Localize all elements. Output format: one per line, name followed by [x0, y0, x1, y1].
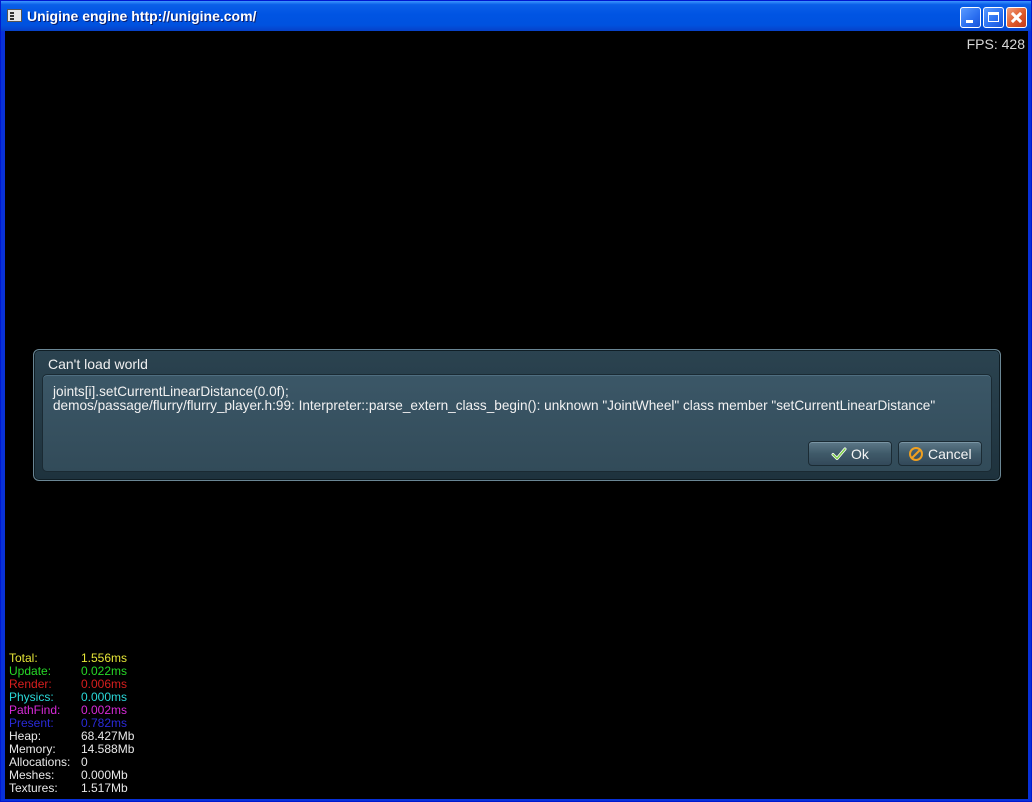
cancel-button-label: Cancel	[928, 446, 972, 462]
stat-label: Textures:	[9, 781, 58, 795]
checkmark-icon	[831, 447, 847, 460]
cancel-button[interactable]: Cancel	[898, 441, 982, 466]
window-title: Unigine engine http://unigine.com/	[27, 8, 257, 24]
ok-button[interactable]: Ok	[808, 441, 892, 466]
cancel-icon	[909, 447, 923, 461]
fps-counter: FPS: 428	[966, 36, 1025, 52]
close-icon	[1007, 8, 1026, 27]
error-dialog: Can't load world joints[i].setCurrentLin…	[33, 349, 1001, 481]
title-bar[interactable]: Unigine engine http://unigine.com/	[1, 1, 1031, 31]
minimize-icon	[961, 8, 980, 27]
maximize-icon	[984, 8, 1003, 27]
maximize-button[interactable]	[983, 7, 1004, 28]
close-button[interactable]	[1006, 7, 1027, 28]
app-window: Unigine engine http://unigine.com/ FPS: …	[0, 0, 1032, 802]
error-message-line-2: demos/passage/flurry/flurry_player.h:99:…	[53, 398, 936, 413]
minimize-button[interactable]	[960, 7, 981, 28]
dialog-title: Can't load world	[48, 356, 148, 372]
error-message-line-1: joints[i].setCurrentLinearDistance(0.0f)…	[53, 384, 289, 399]
ok-button-label: Ok	[851, 446, 869, 462]
render-viewport[interactable]: FPS: 428 Can't load world joints[i].setC…	[5, 31, 1028, 799]
stat-value: 1.517Mb	[81, 781, 128, 795]
dialog-body: joints[i].setCurrentLinearDistance(0.0f)…	[42, 374, 992, 472]
app-window-icon[interactable]	[7, 9, 22, 22]
stat-value: 14.588Mb	[81, 742, 135, 756]
